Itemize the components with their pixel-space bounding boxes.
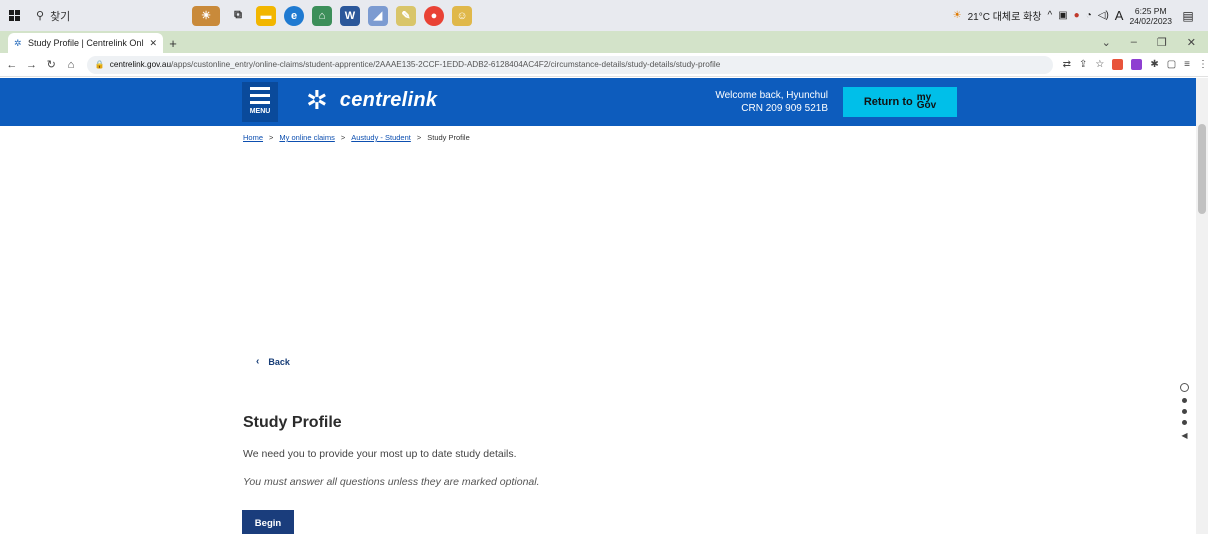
centrelink-logo[interactable]: ✲ centrelink [306,87,437,113]
hamburger-icon [250,87,270,108]
nav-dot-ring-icon[interactable] [1180,383,1189,392]
logo-text: centrelink [339,88,438,111]
centrelink-star-icon: ✲ [306,85,328,115]
file-explorer-icon[interactable]: ▬ [256,5,276,26]
browser-tab-active[interactable]: ✲ Study Profile | Centrelink Online ✕ [8,33,163,53]
centrelink-favicon-icon: ✲ [14,37,22,48]
start-button[interactable] [0,0,28,31]
input-language[interactable]: A [1115,8,1124,23]
optional-note: You must answer all questions unless the… [243,476,540,488]
page-title: Study Profile [243,414,342,431]
page-nav-dots: ◀ [1180,383,1189,440]
breadcrumb-current: Study Profile [427,133,470,142]
translate-icon[interactable]: ⇄ [1063,59,1071,70]
back-label: Back [268,356,290,367]
share-icon[interactable]: ⇪ [1079,59,1087,70]
volume-icon[interactable]: ◁) [1098,10,1109,21]
close-window-icon[interactable]: ✕ [1187,36,1196,49]
chevron-left-icon: ‹ [256,356,260,367]
url-path: /apps/custonline_entry/online-claims/stu… [171,60,721,69]
sidepanel-icon[interactable]: ▢ [1167,59,1176,70]
edge-icon[interactable]: e [284,5,304,26]
menu-button[interactable]: MENU [242,82,278,122]
network-icon[interactable]: ◔ [1086,10,1092,21]
return-label: Return to [863,96,913,108]
task-view-icon[interactable]: ⧉ [228,6,248,26]
breadcrumb-separator: > [340,133,346,142]
tray-icon-2[interactable]: ● [1074,10,1080,21]
notification-icon[interactable]: ▤ [1178,6,1198,26]
intro-text: We need you to provide your most up to d… [243,448,517,460]
extensions-puzzle-icon[interactable]: ✱ [1150,59,1158,70]
windows-taskbar: ⚲ 찾기 ☀ ⧉ ▬ e ⌂ W ◢ ✎ ● ☺ ☀ 21°C 대체로 화창 ^… [0,0,1208,31]
mygov-logo: my Gov [916,93,937,111]
begin-button[interactable]: Begin [242,510,294,534]
close-tab-icon[interactable]: ✕ [149,38,157,49]
breadcrumb-my-online-claims[interactable]: My online claims [279,133,334,142]
clock-time: 6:25 PM [1134,5,1167,16]
breadcrumb-separator: > [416,133,422,142]
welcome-name: Welcome back, Hyunchul [715,90,828,101]
breadcrumb-austudy-student[interactable]: Austudy - Student [351,133,411,142]
bookmark-star-icon[interactable]: ☆ [1095,59,1104,70]
windows-icon [8,10,20,21]
search-icon: ⚲ [36,10,45,22]
minimize-icon[interactable]: – [1131,36,1137,48]
app-icon-9[interactable]: ☺ [452,5,472,26]
welcome-message: Welcome back, Hyunchul CRN 209 909 521B [690,89,828,115]
new-tab-button[interactable]: + [163,33,183,53]
breadcrumb: Home > My online claims > Austudy - Stud… [243,133,470,142]
reload-icon[interactable]: ↻ [43,58,59,71]
nav-dot-icon[interactable] [1182,420,1187,425]
store-icon[interactable]: ⌂ [312,5,332,26]
app-icon-7[interactable]: ✎ [396,5,416,26]
chrome-icon[interactable]: ● [424,5,444,26]
back-link[interactable]: ‹ Back [256,356,290,367]
weather-widget-icon[interactable]: ☀ [192,5,220,26]
clock-date: 24/02/2023 [1129,15,1172,26]
back-arrow-icon[interactable]: ← [4,59,20,71]
site-header: MENU ✲ centrelink Welcome back, Hyunchul… [0,78,1196,126]
menu-label: MENU [249,108,271,115]
nav-arrow-icon[interactable]: ◀ [1181,431,1187,440]
breadcrumb-home[interactable]: Home [243,133,263,142]
address-bar[interactable]: 🔒 centrelink.gov.au /apps/custonline_ent… [86,55,1053,74]
home-icon[interactable]: ⌂ [63,59,79,71]
extension-icon-2[interactable] [1131,59,1143,70]
lock-icon[interactable]: 🔒 [95,60,105,69]
tab-title: Study Profile | Centrelink Online [28,38,145,48]
breadcrumb-separator: > [269,133,274,142]
app-icon-6[interactable]: ◢ [368,5,388,26]
browser-toolbar: ← → ↻ ⌂ 🔒 centrelink.gov.au /apps/custon… [0,53,1208,77]
page-scrollbar[interactable] [1196,78,1208,534]
weather-icon: ☀ [952,10,962,21]
tab-search-icon[interactable]: ⌄ [1102,36,1111,49]
kebab-menu-icon[interactable]: ⋮ [1198,59,1208,70]
nav-dot-icon[interactable] [1182,409,1187,414]
clock[interactable]: 6:25 PM 24/02/2023 [1129,6,1172,26]
browser-tabstrip: ✲ Study Profile | Centrelink Online ✕ + … [0,31,1208,53]
restore-icon[interactable]: ❐ [1157,36,1167,49]
tray-chevron-icon[interactable]: ^ [1048,10,1053,21]
url-host: centrelink.gov.au [109,60,172,69]
profile-icon[interactable]: ≡ [1184,59,1190,70]
taskbar-search-placeholder: 찾기 [50,10,71,23]
weather-text[interactable]: 21°C 대체로 화창 [968,8,1042,23]
crn-number: CRN 209 909 521B [741,103,828,114]
scrollbar-thumb[interactable] [1198,124,1206,214]
word-icon[interactable]: W [340,5,360,26]
nav-dot-icon[interactable] [1182,398,1187,403]
taskbar-search[interactable]: ⚲ 찾기 [28,5,168,27]
mygov-logo-bottom: Gov [916,100,937,111]
forward-arrow-icon[interactable]: → [24,59,40,71]
tray-icon-1[interactable]: ▣ [1058,10,1067,21]
return-to-mygov-button[interactable]: Return to my Gov [843,87,957,117]
extension-icon-1[interactable] [1112,59,1124,70]
page-viewport: MENU ✲ centrelink Welcome back, Hyunchul… [0,78,1208,534]
